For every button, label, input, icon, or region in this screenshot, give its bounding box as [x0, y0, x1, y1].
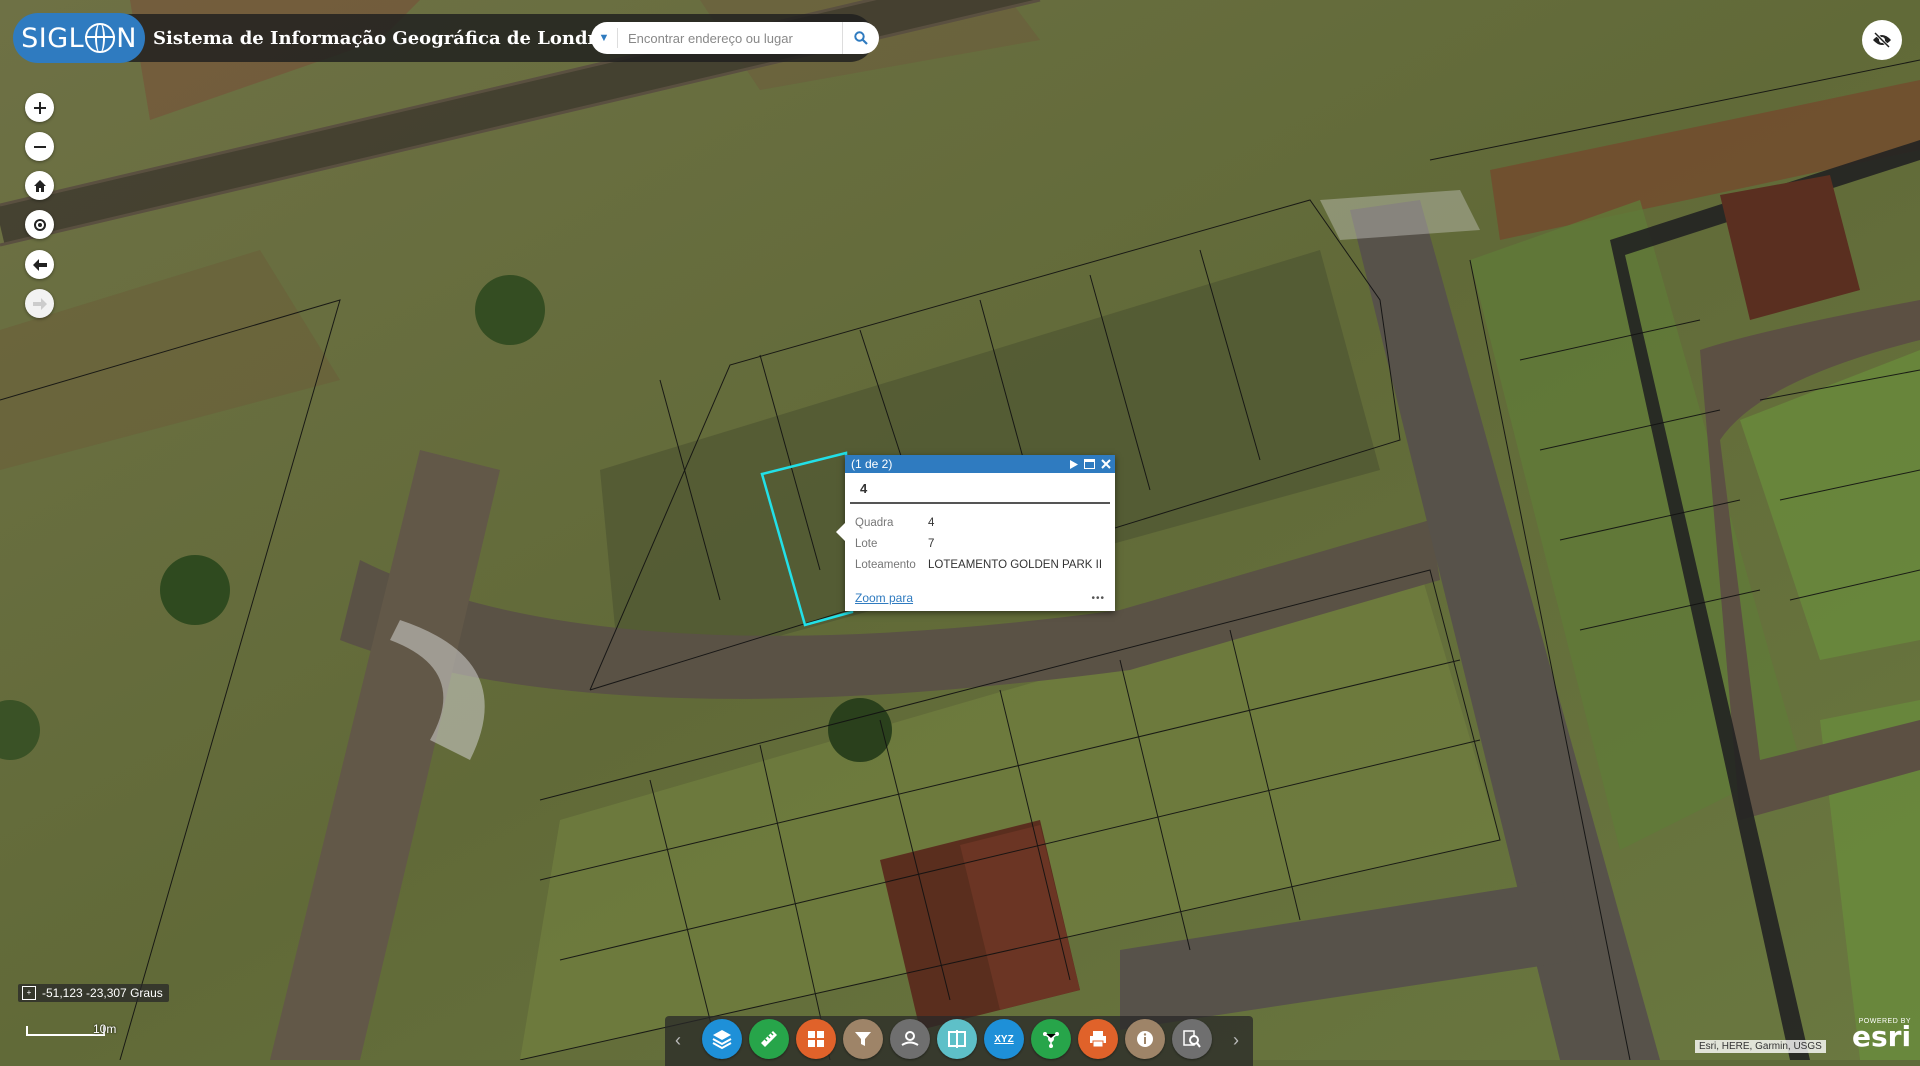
siglon-logo[interactable]: SIGL N: [13, 13, 145, 63]
search-doc-icon: [1183, 1030, 1201, 1048]
more-actions-button[interactable]: •••: [1091, 593, 1105, 604]
about-tool[interactable]: [1125, 1019, 1165, 1059]
esri-logo[interactable]: POWERED BY esri: [1852, 1018, 1912, 1053]
field-value: 7: [928, 537, 935, 550]
toolbar-next-button[interactable]: ›: [1233, 1030, 1239, 1051]
plus-icon: [33, 101, 46, 114]
share-icon: [1043, 1032, 1059, 1048]
table-row: Quadra 4: [855, 512, 1102, 533]
field-label: Quadra: [855, 516, 894, 529]
locate-icon: [33, 218, 46, 231]
coordinate-tool[interactable]: XYZ: [984, 1019, 1024, 1059]
toggle-visibility-button[interactable]: [1862, 20, 1902, 60]
close-button[interactable]: [1101, 459, 1111, 469]
coordinate-text: -51,123 -23,307 Graus: [42, 986, 163, 1000]
field-value: LOTEAMENTO GOLDEN PARK II: [928, 558, 1103, 571]
table-row: Loteamento LOTEAMENTO GOLDEN PARK II: [855, 554, 1102, 575]
globe-icon: [85, 23, 116, 53]
print-tool[interactable]: [1078, 1019, 1118, 1059]
xyz-icon: XYZ: [994, 1033, 1014, 1045]
arrow-right-icon: [32, 297, 47, 310]
minus-icon: [33, 145, 46, 148]
zoom-to-link[interactable]: Zoom para: [855, 591, 913, 605]
home-icon: [33, 179, 46, 192]
field-label: Lote: [855, 537, 878, 550]
next-extent-button[interactable]: [25, 289, 54, 318]
maximize-button[interactable]: [1084, 459, 1095, 469]
popup-titlebar: (1 de 2): [845, 455, 1115, 473]
measure-tool[interactable]: [749, 1019, 789, 1059]
layers-tool[interactable]: [702, 1019, 742, 1059]
swipe-tool[interactable]: [937, 1019, 977, 1059]
info-icon: [1137, 1031, 1153, 1047]
print-icon: [1090, 1031, 1106, 1048]
crosshair-icon: +: [22, 986, 36, 1000]
feature-popup: (1 de 2) 4 Quadra 4 Lote 7 Loteamento LOTEA…: [836, 455, 1115, 611]
layers-icon: [712, 1030, 732, 1050]
app-title: Sistema de Informação Geográfica de Lond…: [153, 27, 629, 49]
query-tool[interactable]: [843, 1019, 883, 1059]
draw-icon: [901, 1031, 919, 1046]
filter-icon: [855, 1032, 871, 1046]
esri-wordmark: esri: [1852, 1020, 1912, 1053]
arrow-left-icon: [32, 258, 47, 271]
next-feature-button[interactable]: [1070, 459, 1078, 469]
share-tool[interactable]: [1031, 1019, 1071, 1059]
attribute-table: Quadra 4 Lote 7 Loteamento LOTEAMENTO GOLDE…: [855, 512, 1102, 575]
coordinate-display[interactable]: + -51,123 -23,307 Graus: [18, 984, 169, 1002]
close-icon: [1101, 459, 1111, 469]
search-icon: [854, 31, 868, 45]
basemap-tool[interactable]: [796, 1019, 836, 1059]
locate-button[interactable]: [25, 210, 54, 239]
popup-counter: (1 de 2): [851, 457, 893, 471]
popup-title: 4: [850, 473, 1110, 504]
maximize-icon: [1084, 459, 1095, 469]
ruler-icon: [761, 1031, 777, 1047]
grid-icon: [808, 1031, 824, 1047]
field-value: 4: [928, 516, 935, 529]
toolbar-prev-button[interactable]: ‹: [675, 1030, 681, 1051]
search-source-dropdown[interactable]: ▼: [591, 28, 618, 48]
home-button[interactable]: [25, 171, 54, 200]
search-input[interactable]: [618, 29, 842, 47]
previous-extent-button[interactable]: [25, 250, 54, 279]
eye-slash-icon: [1873, 32, 1891, 48]
scale-label: 10m: [93, 1022, 117, 1036]
swipe-icon: [948, 1030, 966, 1048]
bottom-toolbar: ‹ › XYZ: [665, 1016, 1253, 1066]
play-icon: [1070, 459, 1078, 469]
draw-tool[interactable]: [890, 1019, 930, 1059]
popup-pointer: [836, 523, 845, 541]
field-label: Loteamento: [855, 558, 916, 571]
zoom-in-button[interactable]: [25, 93, 54, 122]
search-tool[interactable]: [1172, 1019, 1212, 1059]
search-box: ▼: [591, 22, 879, 54]
app-header: SIGL N Sistema de Informação Geográfica d…: [13, 13, 879, 63]
search-button[interactable]: [842, 22, 879, 54]
zoom-out-button[interactable]: [25, 132, 54, 161]
map-attribution[interactable]: Esri, HERE, Garmin, USGS: [1695, 1040, 1826, 1053]
table-row: Lote 7: [855, 533, 1102, 554]
